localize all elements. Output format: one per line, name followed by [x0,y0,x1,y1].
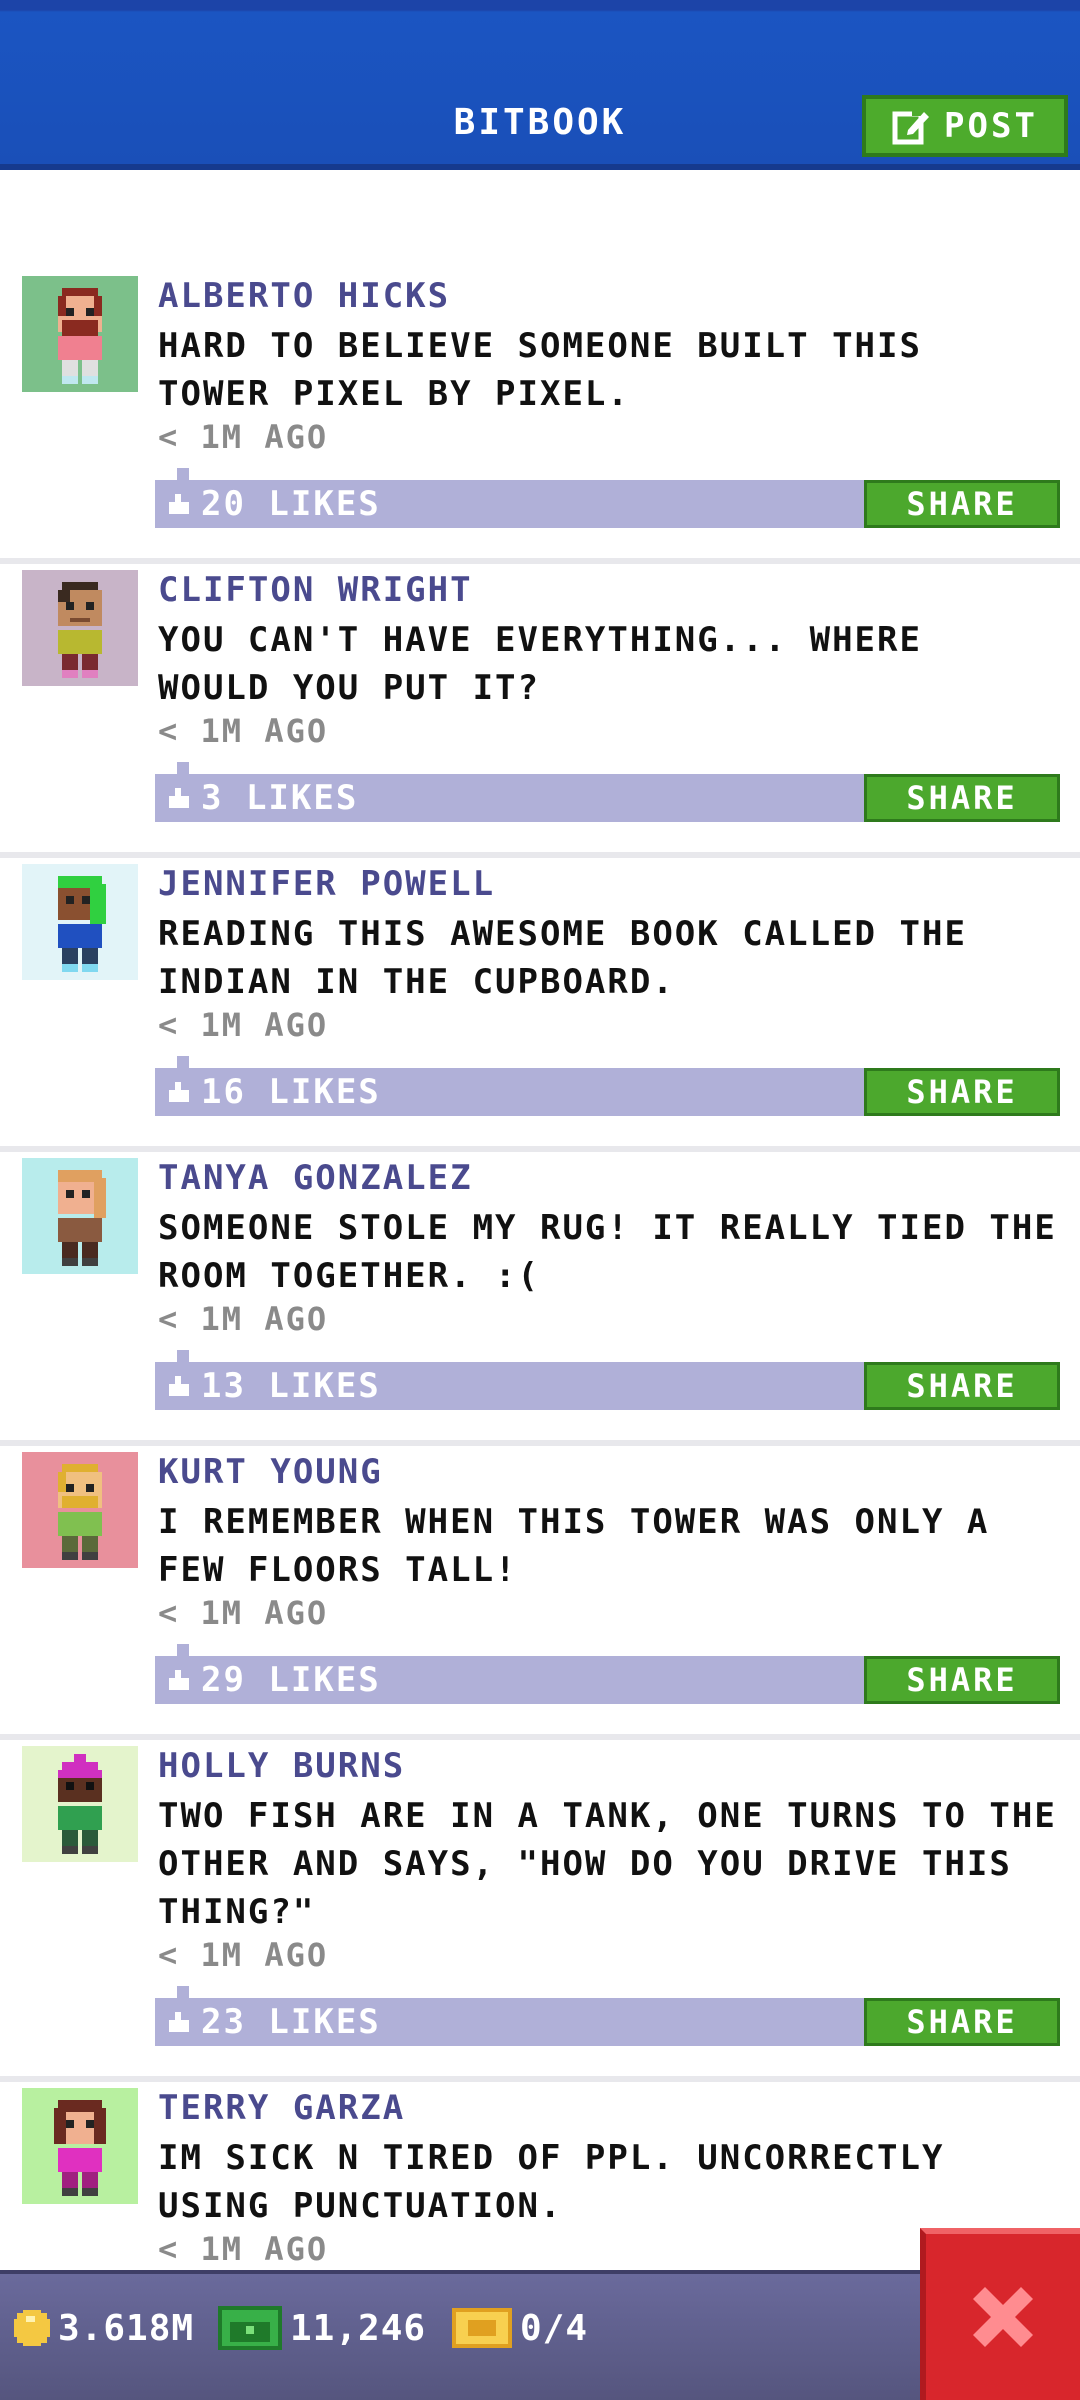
post-author[interactable]: HOLLY BURNS [158,1746,405,1786]
green-hair-woman-avatar-icon [58,876,106,972]
post-author[interactable]: ALBERTO HICKS [158,276,450,316]
likes-bar: 23 LIKES SHARE [155,1986,1060,2046]
post-time: < 1M AGO [158,1300,329,1338]
likes-bar: 3 LIKES SHARE [155,762,1060,822]
post-item: JENNIFER POWELL READING THIS AWESOME BOO… [0,864,1080,1152]
bearded-man-avatar-icon [58,288,102,384]
likes-bar: 20 LIKES SHARE [155,468,1060,528]
likes-label: 13 LIKES [201,1366,381,1406]
post-author[interactable]: JENNIFER POWELL [158,864,495,904]
post-time: < 1M AGO [158,1006,329,1044]
thumbs-up-icon [169,494,189,514]
share-button[interactable]: SHARE [864,1656,1060,1704]
post-text: IM SICK N TIRED OF PPL. UNCORRECTLY USIN… [158,2138,945,2226]
likes-label: 3 LIKES [201,778,359,818]
bottom-status-bar: 3.618M 11,246 0/4 [0,2270,1080,2400]
likes-bar: 29 LIKES SHARE [155,1644,1060,1704]
close-icon [973,2287,1033,2347]
thumbs-up-icon [169,1670,189,1690]
post-author[interactable]: TANYA GONZALEZ [158,1158,473,1198]
post-item: TERRY GARZA IM SICK N TIRED OF PPL. UNCO… [0,2088,1080,2288]
avatar[interactable] [22,570,138,686]
post-button[interactable]: POST [862,95,1068,157]
post-time: < 1M AGO [158,712,329,750]
likes-count[interactable]: 16 LIKES [167,1068,381,1116]
bux-icon [218,2306,282,2350]
avatar[interactable] [22,864,138,980]
likes-label: 16 LIKES [201,1072,381,1112]
coins-value: 3.618M [58,2307,195,2349]
tickets-stat: 0/4 [452,2298,588,2358]
tickets-value: 0/4 [520,2307,589,2349]
post-text: I REMEMBER WHEN THIS TOWER WAS ONLY A FE… [158,1502,990,1590]
likes-label: 20 LIKES [201,484,381,524]
avatar[interactable] [22,1452,138,1568]
thumbs-up-icon [169,788,189,808]
share-button[interactable]: SHARE [864,1362,1060,1410]
post-time: < 1M AGO [158,2230,329,2268]
post-text: YOU CAN'T HAVE EVERYTHING... WHERE WOULD… [158,620,922,708]
avatar[interactable] [22,1158,138,1274]
avatar[interactable] [22,2088,138,2204]
bux-value: 11,246 [290,2307,427,2349]
man-avatar-icon [58,582,102,678]
post-author[interactable]: CLIFTON WRIGHT [158,570,473,610]
share-button[interactable]: SHARE [864,480,1060,528]
post-author[interactable]: KURT YOUNG [158,1452,383,1492]
pink-hat-woman-avatar-icon [58,1754,102,1854]
post-time: < 1M AGO [158,418,329,456]
post-item: KURT YOUNG I REMEMBER WHEN THIS TOWER WA… [0,1452,1080,1740]
coin-icon [14,2310,50,2346]
post-button-label: POST [944,106,1038,146]
woman-avatar-icon [58,1170,106,1266]
likes-count[interactable]: 13 LIKES [167,1362,381,1410]
top-header: BITBOOK POST [0,0,1080,170]
post-time: < 1M AGO [158,1936,329,1974]
post-item: ALBERTO HICKS HARD TO BELIEVE SOMEONE BU… [0,276,1080,564]
avatar[interactable] [22,276,138,392]
post-item: CLIFTON WRIGHT YOU CAN'T HAVE EVERYTHING… [0,570,1080,858]
post-item: TANYA GONZALEZ SOMEONE STOLE MY RUG! IT … [0,1158,1080,1446]
post-item: HOLLY BURNS TWO FISH ARE IN A TANK, ONE … [0,1746,1080,2082]
post-text: SOMEONE STOLE MY RUG! IT REALLY TIED THE… [158,1208,1057,1296]
share-button[interactable]: SHARE [864,1068,1060,1116]
post-author[interactable]: TERRY GARZA [158,2088,405,2128]
thumbs-up-icon [169,1376,189,1396]
thumbs-up-icon [169,1082,189,1102]
share-button[interactable]: SHARE [864,1998,1060,2046]
thumbs-up-icon [169,2012,189,2032]
close-button[interactable] [920,2228,1080,2400]
coins-stat: 3.618M [14,2298,194,2358]
likes-bar: 16 LIKES SHARE [155,1056,1060,1116]
likes-label: 29 LIKES [201,1660,381,1700]
avatar[interactable] [22,1746,138,1862]
post-text: READING THIS AWESOME BOOK CALLED THE IND… [158,914,967,1002]
pink-shirt-woman-avatar-icon [54,2100,106,2196]
post-text: HARD TO BELIEVE SOMEONE BUILT THIS TOWER… [158,326,922,414]
ticket-icon [452,2308,512,2348]
compose-icon [892,108,930,145]
blond-man-avatar-icon [58,1464,102,1560]
likes-count[interactable]: 29 LIKES [167,1656,381,1704]
likes-count[interactable]: 23 LIKES [167,1998,381,2046]
likes-count[interactable]: 3 LIKES [167,774,358,822]
likes-bar: 13 LIKES SHARE [155,1350,1060,1410]
post-text: TWO FISH ARE IN A TANK, ONE TURNS TO THE… [158,1796,1057,1932]
bux-stat: 11,246 [218,2298,426,2358]
post-time: < 1M AGO [158,1594,329,1632]
likes-label: 23 LIKES [201,2002,381,2042]
share-button[interactable]: SHARE [864,774,1060,822]
likes-count[interactable]: 20 LIKES [167,480,381,528]
